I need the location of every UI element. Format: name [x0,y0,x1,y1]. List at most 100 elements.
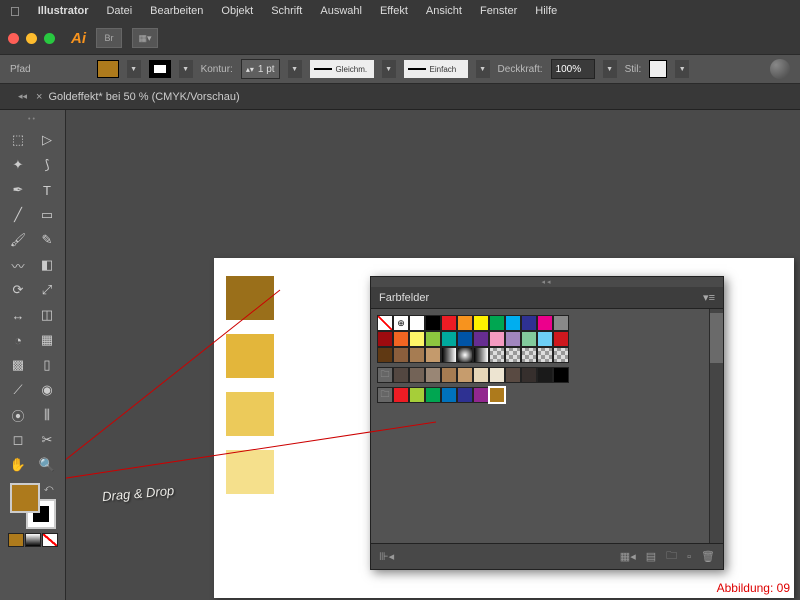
app-name[interactable]: Illustrator [38,5,89,17]
fill-menu-arrow-icon[interactable]: ▼ [127,60,141,78]
swatch[interactable] [409,331,425,347]
swatch[interactable] [409,347,425,363]
swatch[interactable]: 🗀 [377,367,393,383]
type-tool[interactable]: T [33,178,61,202]
show-kinds-icon[interactable]: ▦◂ [620,550,636,563]
pencil-tool[interactable]: ✎ [33,228,61,252]
rectangle-tool[interactable]: ▭ [33,203,61,227]
direct-selection-tool[interactable]: ▷ [33,128,61,152]
swatch[interactable] [553,315,569,331]
rotate-tool[interactable]: ⟳ [4,278,32,302]
swatch[interactable] [505,331,521,347]
menu-select[interactable]: Auswahl [320,5,362,17]
swatch-options-icon[interactable]: ▤ [646,550,656,563]
document-setup-icon[interactable] [770,59,790,79]
brush-arrow-icon[interactable]: ▼ [476,60,490,78]
none-button[interactable] [42,533,58,547]
opacity-arrow-icon[interactable]: ▼ [603,60,617,78]
swatches-tab[interactable]: Farbfelder [379,292,429,304]
minimize-window-icon[interactable] [26,33,37,44]
swatch[interactable] [441,387,457,403]
arrange-documents-button[interactable]: ▦▾ [132,28,158,48]
free-transform-tool[interactable]: ◫ [33,303,61,327]
swap-fill-stroke-icon[interactable]: ⤺ [44,483,54,494]
swatch[interactable] [521,315,537,331]
gold-sample-3[interactable] [226,392,274,436]
menu-file[interactable]: Datei [106,5,132,17]
mesh-tool[interactable]: ▩ [4,353,32,377]
swatch[interactable] [473,347,489,363]
profile-arrow-icon[interactable]: ▼ [382,60,396,78]
panel-menu-icon[interactable]: ▾≡ [703,291,715,304]
hand-tool[interactable]: ✋ [4,453,32,477]
selection-tool[interactable]: ⬚ [4,128,32,152]
swatch[interactable] [537,315,553,331]
swatch[interactable] [505,367,521,383]
lasso-tool[interactable]: ⟆ [33,153,61,177]
close-tab-icon[interactable]: × [36,91,42,103]
shape-builder-tool[interactable]: ◔ [4,328,32,352]
swatch[interactable] [425,387,441,403]
swatch[interactable] [489,347,505,363]
swatch[interactable] [489,367,505,383]
gradient-button[interactable] [25,533,41,547]
stroke-profile-dropdown[interactable]: Gleichm. [310,60,374,78]
close-window-icon[interactable] [8,33,19,44]
swatch[interactable] [457,315,473,331]
width-tool[interactable]: ↔ [4,303,32,327]
swatch[interactable] [393,347,409,363]
line-tool[interactable]: ╱ [4,203,32,227]
swatch[interactable] [553,347,569,363]
menu-effect[interactable]: Effekt [380,5,408,17]
zoom-window-icon[interactable] [44,33,55,44]
stroke-weight-arrow-icon[interactable]: ▼ [288,60,302,78]
style-arrow-icon[interactable]: ▼ [675,60,689,78]
swatch[interactable] [409,315,425,331]
swatch[interactable] [425,347,441,363]
scale-tool[interactable]: ⤢ [33,278,61,302]
eyedropper-tool[interactable]: ⟋ [4,378,32,402]
swatch[interactable] [441,315,457,331]
swatch[interactable]: 🗀 [377,387,393,403]
gold-sample-1[interactable] [226,276,274,320]
swatch[interactable] [473,331,489,347]
artboard-tool[interactable]: ◻ [4,428,32,452]
swatch[interactable] [489,331,505,347]
swatch[interactable] [425,315,441,331]
perspective-tool[interactable]: ▦ [33,328,61,352]
swatch[interactable] [425,331,441,347]
document-tab[interactable]: Goldeffekt* bei 50 % (CMYK/Vorschau) [48,91,239,103]
swatch-libraries-icon[interactable]: ⊪◂ [379,550,394,563]
swatch[interactable] [521,347,537,363]
swatch[interactable] [457,347,473,363]
menu-object[interactable]: Objekt [221,5,253,17]
blob-brush-tool[interactable]: 〰 [4,253,32,277]
new-swatch-icon[interactable]: ▫ [687,551,691,563]
swatch[interactable] [505,315,521,331]
scrollbar-thumb[interactable] [710,313,723,363]
menu-edit[interactable]: Bearbeiten [150,5,203,17]
gold-sample-2[interactable] [226,334,274,378]
swatch[interactable] [393,367,409,383]
swatch[interactable] [505,347,521,363]
swatch[interactable] [473,387,489,403]
swatch[interactable] [537,367,553,383]
swatch[interactable] [537,347,553,363]
pen-tool[interactable]: ✒ [4,178,32,202]
swatch[interactable] [441,331,457,347]
swatch[interactable] [553,367,569,383]
slice-tool[interactable]: ✂ [33,428,61,452]
symbol-sprayer-tool[interactable]: ⦿ [4,403,32,427]
swatch[interactable] [553,331,569,347]
delete-swatch-icon[interactable]: 🗑 [701,550,715,563]
swatch[interactable] [409,367,425,383]
fill-stroke-control[interactable]: ⤺ [10,483,56,529]
swatch[interactable] [473,367,489,383]
swatch[interactable] [377,315,393,331]
solid-color-button[interactable] [8,533,24,547]
swatch[interactable] [457,331,473,347]
swatch[interactable] [441,367,457,383]
panel-scrollbar[interactable] [709,309,723,543]
menu-window[interactable]: Fenster [480,5,517,17]
panel-grip-icon[interactable]: ◂◂ [371,277,723,287]
